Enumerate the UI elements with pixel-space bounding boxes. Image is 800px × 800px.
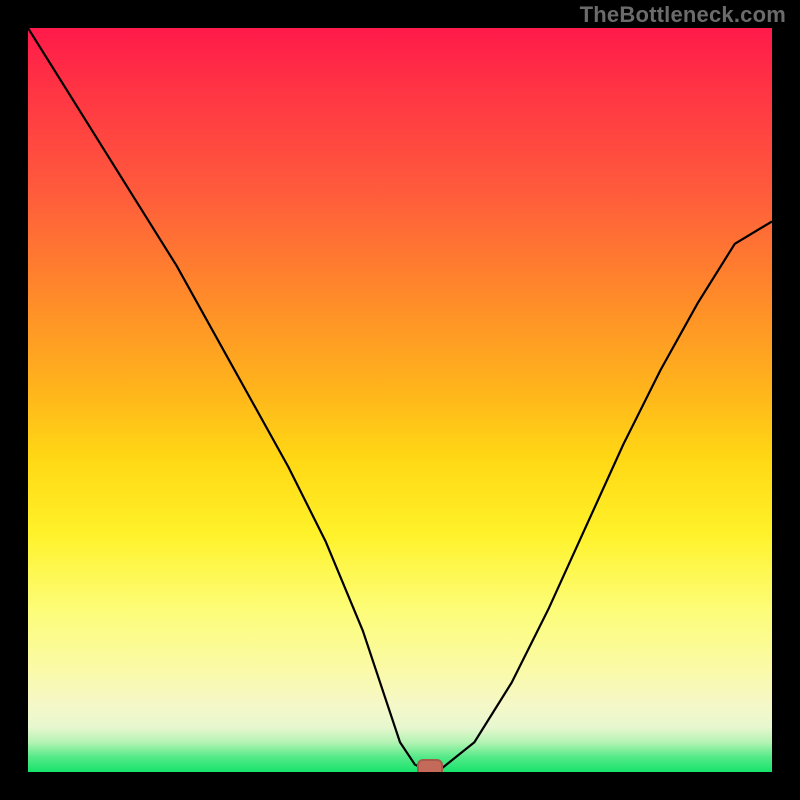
minimum-marker [417, 759, 443, 772]
chart-frame: TheBottleneck.com [0, 0, 800, 800]
bottleneck-curve [28, 28, 772, 772]
plot-area [28, 28, 772, 772]
watermark-text: TheBottleneck.com [580, 2, 786, 28]
